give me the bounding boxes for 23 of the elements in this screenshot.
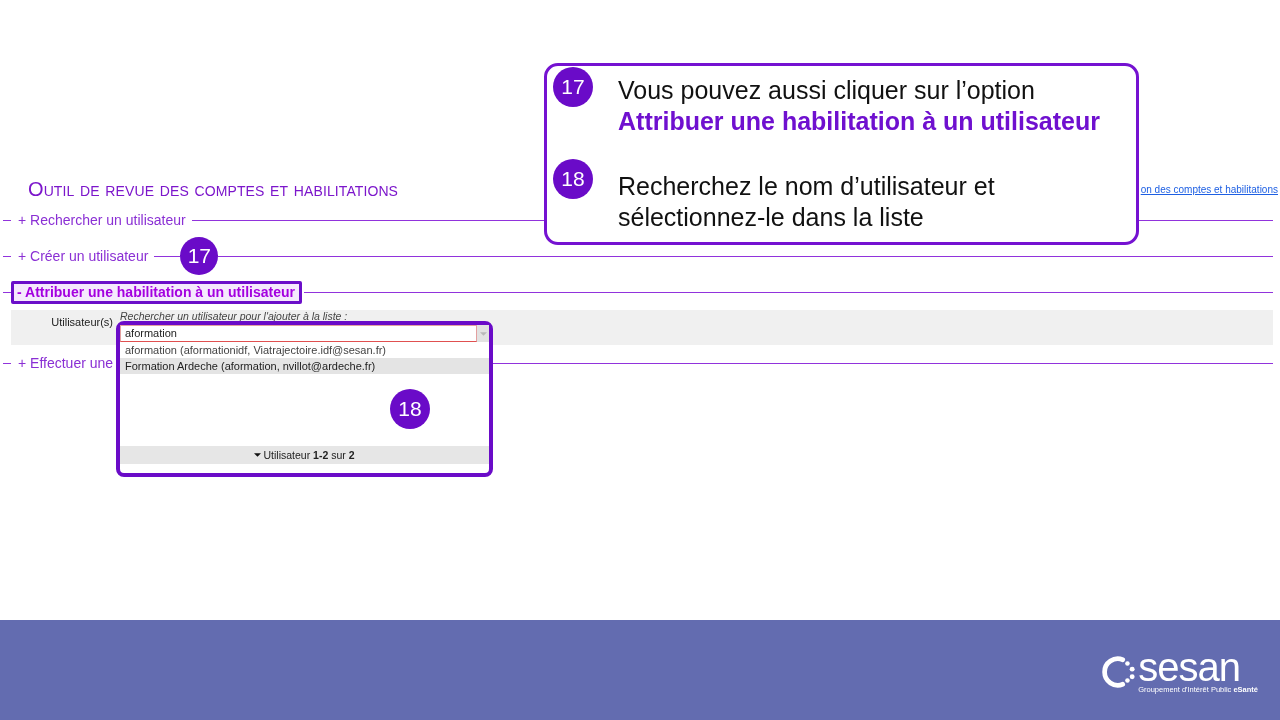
- brand-name: sesan: [1138, 649, 1240, 685]
- step-marker: 17: [553, 67, 593, 107]
- section-toggle[interactable]: + Créer un utilisateur: [18, 247, 149, 265]
- page-title: Outil de revue des comptes et habilitations: [28, 177, 399, 201]
- dropdown-button[interactable]: [477, 325, 489, 342]
- step-marker: 17: [180, 237, 219, 275]
- callout-text: Vous pouvez aussi cliquer sur l’option Attribuer une habilitation à un utilisateur: [618, 75, 1101, 137]
- section-toggle[interactable]: + Rechercher un utilisateur: [18, 211, 186, 229]
- section-toggle[interactable]: + Effectuer une: [18, 354, 114, 372]
- result-item[interactable]: aformation (aformationidf, Viatrajectoire.idf@sesan.fr): [120, 342, 489, 358]
- pager-label: Utilisateur 1-2 sur 2: [263, 449, 355, 461]
- arc-dots-icon: [1100, 655, 1137, 689]
- callout-text: Recherchez le nom d’utilisateur et sélectionnez-le dans la liste: [618, 171, 996, 233]
- step-marker: 18: [390, 389, 430, 429]
- field-hint: Rechercher un utilisateur pour l'ajouter à la liste :: [120, 311, 349, 322]
- field-label: Utilisateur(s): [50, 316, 113, 329]
- search-field[interactable]: aformation: [120, 325, 477, 342]
- section-toggle[interactable]: - Attribuer une habilitation à un utilisateur: [11, 280, 302, 304]
- caret-icon: [479, 331, 487, 336]
- step-marker: 18: [553, 159, 593, 199]
- page-link[interactable]: on des comptes et habilitations: [1140, 183, 1278, 195]
- caret-icon: [254, 453, 262, 457]
- result-item[interactable]: Formation Ardeche (aformation, nvillot@ardeche.fr): [120, 358, 489, 374]
